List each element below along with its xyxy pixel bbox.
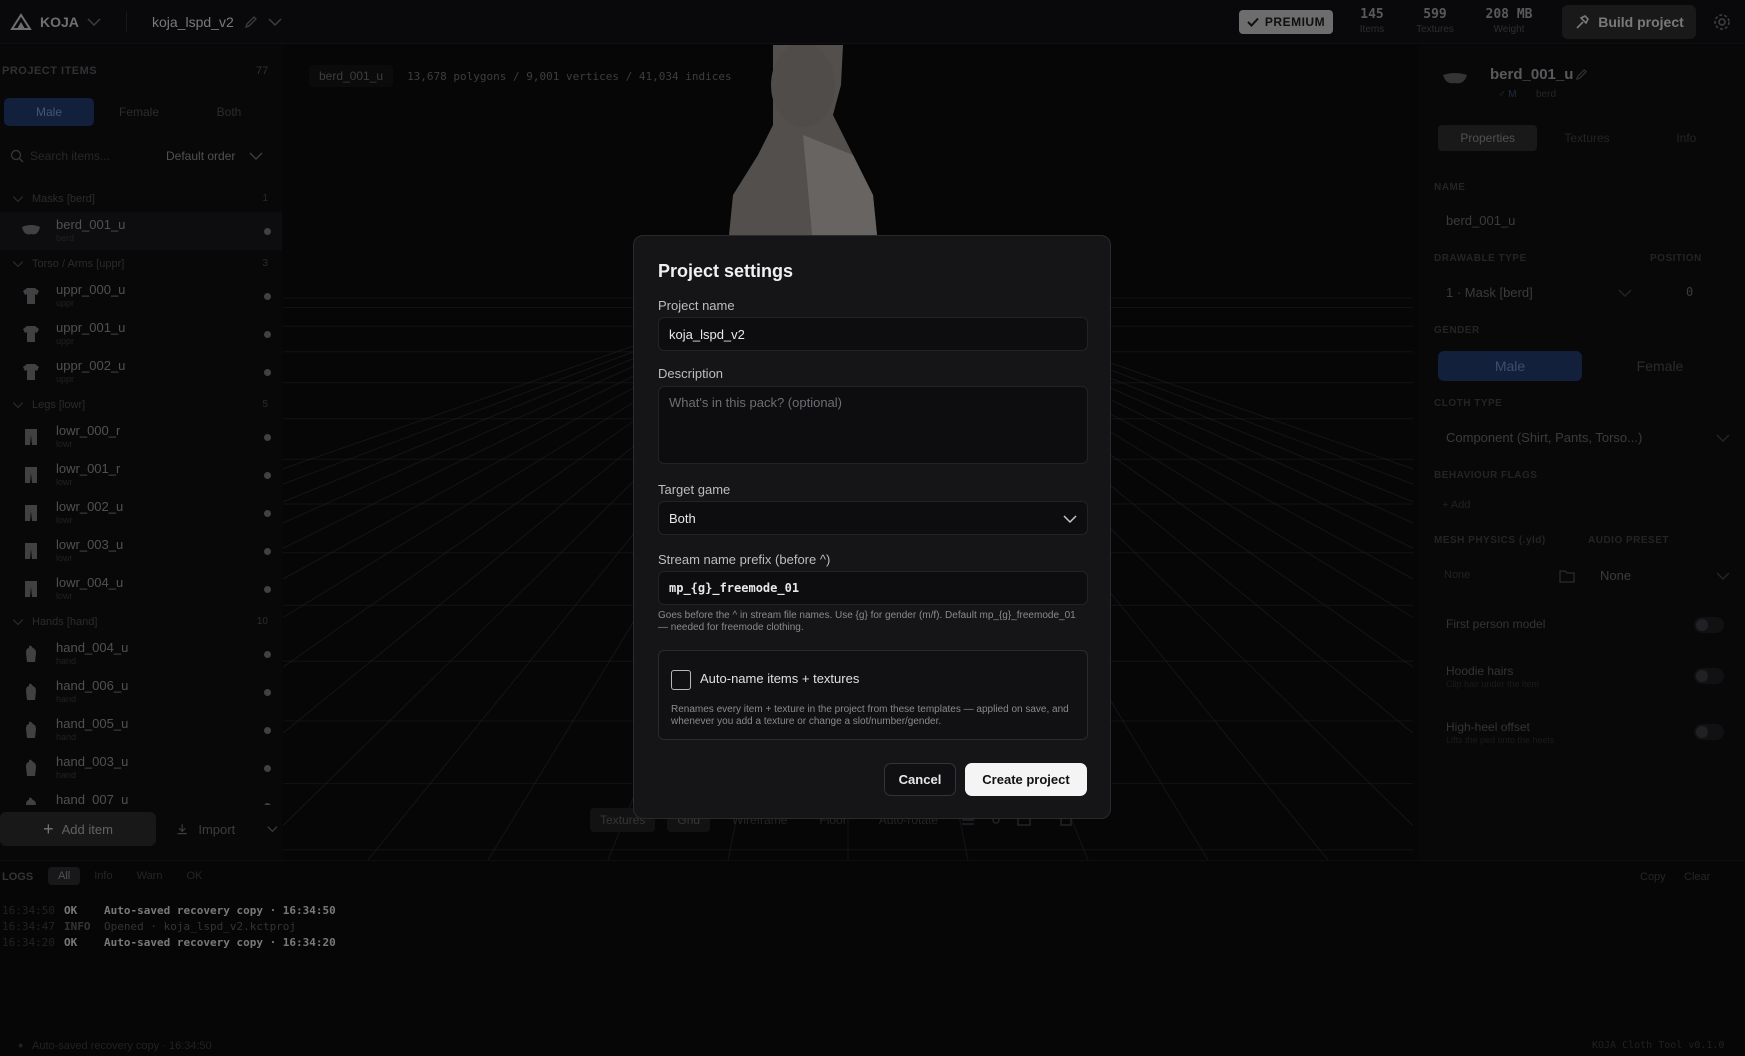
project-name-input[interactable] [658,317,1088,351]
auto-name-description: Renames every item + texture in the proj… [671,704,1069,727]
cancel-button[interactable]: Cancel [884,763,956,796]
auto-name-checkbox[interactable] [671,670,691,690]
auto-name-section: Auto-name items + textures Renames every… [658,650,1088,740]
target-game-select[interactable]: Both [658,501,1088,535]
stream-prefix-label: Stream name prefix (before ^) [658,552,831,567]
chevron-down-icon [1063,515,1077,524]
project-settings-dialog: Project settings Project name Descriptio… [633,235,1111,819]
create-project-button[interactable]: Create project [965,763,1087,796]
description-input[interactable] [658,386,1088,464]
auto-name-label[interactable]: Auto-name items + textures [700,671,859,686]
modal-overlay[interactable]: Project settings Project name Descriptio… [0,0,1745,1056]
project-name-label: Project name [658,298,735,313]
stream-prefix-input[interactable] [658,571,1088,605]
stream-prefix-hint: Goes before the ^ in stream file names. … [658,610,1076,633]
description-label: Description [658,366,724,381]
target-game-label: Target game [658,482,731,497]
dialog-title: Project settings [658,261,794,281]
